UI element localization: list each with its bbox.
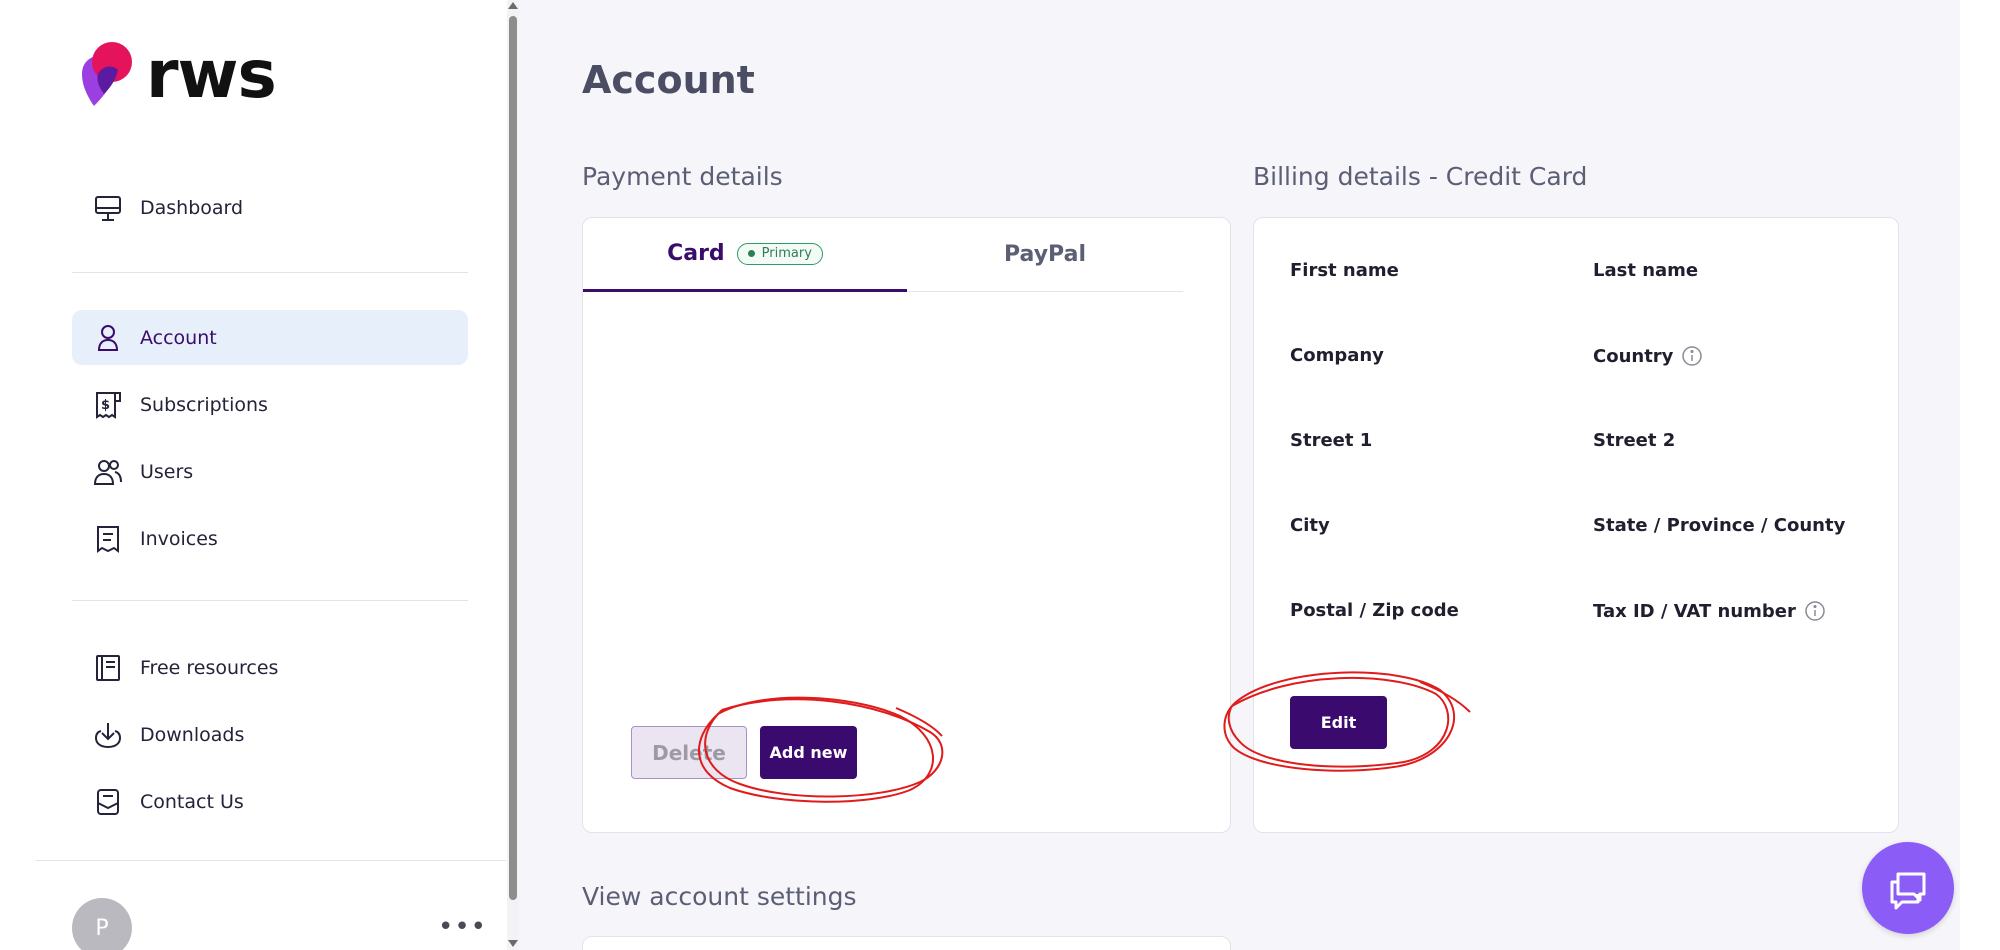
sidebar-item-label: Account (140, 326, 217, 349)
tab-paypal-label: PayPal (1004, 242, 1086, 267)
street-2-label-text: Street 2 (1593, 430, 1676, 451)
rws-logo[interactable]: rws (76, 36, 277, 113)
page-title: Account (582, 58, 755, 102)
view-account-settings-title: View account settings (582, 882, 857, 911)
users-icon (92, 456, 124, 488)
billing-details-title: Billing details - Credit Card (1253, 162, 1588, 191)
delete-button[interactable]: Delete (631, 726, 747, 779)
contact-icon (92, 786, 124, 818)
scroll-down-arrow-icon[interactable] (508, 940, 518, 947)
sidebar-item-invoices[interactable]: Invoices (72, 511, 468, 566)
street-2-label: Street 2 (1593, 430, 1675, 451)
sidebar-item-label: Dashboard (140, 196, 244, 219)
info-icon[interactable] (1804, 600, 1826, 622)
scrollbar-thumb[interactable] (509, 16, 517, 900)
billing-details-card: First name Last name Company Country Str… (1253, 217, 1899, 833)
tax-id-label: Tax ID / VAT number (1593, 600, 1826, 622)
street-1-label: Street 1 (1290, 430, 1372, 451)
street-1-label-text: Street 1 (1290, 430, 1373, 451)
book-icon (92, 652, 124, 684)
payment-details-card: Card Primary PayPal Delete Add new (582, 217, 1231, 833)
tab-paypal[interactable]: PayPal (907, 218, 1183, 292)
company-label: Company (1290, 345, 1384, 366)
avatar[interactable]: P (72, 898, 132, 950)
last-name-label-text: Last name (1593, 260, 1699, 281)
city-label: City (1290, 515, 1330, 536)
postal-code-label-text: Postal / Zip code (1290, 600, 1459, 621)
country-label-text: Country (1593, 345, 1674, 367)
invoice-icon (92, 523, 124, 555)
more-menu-button[interactable]: ••• (438, 912, 487, 942)
sidebar-divider (72, 600, 468, 601)
rws-wordmark: rws (146, 36, 277, 113)
sidebar-item-label: Contact Us (140, 790, 244, 813)
tax-id-label-text: Tax ID / VAT number (1593, 600, 1796, 622)
last-name-label: Last name (1593, 260, 1698, 281)
sidebar-item-label: Users (140, 460, 194, 483)
postal-code-label: Postal / Zip code (1290, 600, 1459, 621)
sidebar-item-label: Free resources (140, 656, 279, 679)
sidebar-item-free-resources[interactable]: Free resources (72, 640, 468, 695)
page-edge (1960, 0, 2000, 950)
sidebar-item-dashboard[interactable]: Dashboard (72, 180, 468, 235)
payment-details-title: Payment details (582, 162, 783, 191)
sidebar-item-subscriptions[interactable]: $ Subscriptions (72, 377, 468, 432)
chat-button[interactable] (1862, 842, 1954, 934)
tab-card[interactable]: Card Primary (583, 218, 907, 292)
chat-icon (1890, 872, 1926, 910)
download-icon (92, 719, 124, 751)
first-name-label: First name (1290, 260, 1399, 281)
rws-logo-icon (82, 42, 132, 106)
sidebar-item-contact-us[interactable]: Contact Us (72, 774, 468, 829)
primary-badge-label: Primary (761, 246, 812, 261)
sidebar-scrollbar[interactable] (507, 0, 519, 950)
status-dot-icon (747, 250, 755, 257)
scroll-up-arrow-icon[interactable] (508, 2, 518, 9)
sidebar-item-account[interactable]: Account (72, 310, 468, 365)
state-label-text: State / Province / County (1593, 515, 1846, 536)
user-icon (92, 322, 124, 354)
sidebar: rws Dashboard Account $ Subscriptions Us… (0, 0, 507, 950)
svg-text:$: $ (101, 398, 110, 413)
monitor-icon (92, 192, 124, 224)
sidebar-item-label: Invoices (140, 527, 218, 550)
sidebar-item-users[interactable]: Users (72, 444, 468, 499)
state-label: State / Province / County (1593, 515, 1845, 536)
sidebar-item-label: Downloads (140, 723, 245, 746)
city-label-text: City (1290, 515, 1330, 536)
company-label-text: Company (1290, 345, 1384, 366)
sidebar-item-label: Subscriptions (140, 393, 268, 416)
add-new-button[interactable]: Add new (760, 726, 857, 779)
first-name-label-text: First name (1290, 260, 1399, 281)
primary-badge: Primary (736, 242, 823, 265)
info-icon[interactable] (1681, 345, 1703, 367)
dollar-receipt-icon: $ (92, 389, 124, 421)
sidebar-item-downloads[interactable]: Downloads (72, 707, 468, 762)
sidebar-divider (72, 272, 468, 273)
sidebar-divider (36, 860, 506, 861)
account-settings-card (582, 936, 1231, 950)
tab-card-label: Card (667, 241, 725, 266)
country-label: Country (1593, 345, 1703, 367)
edit-button[interactable]: Edit (1290, 696, 1387, 749)
